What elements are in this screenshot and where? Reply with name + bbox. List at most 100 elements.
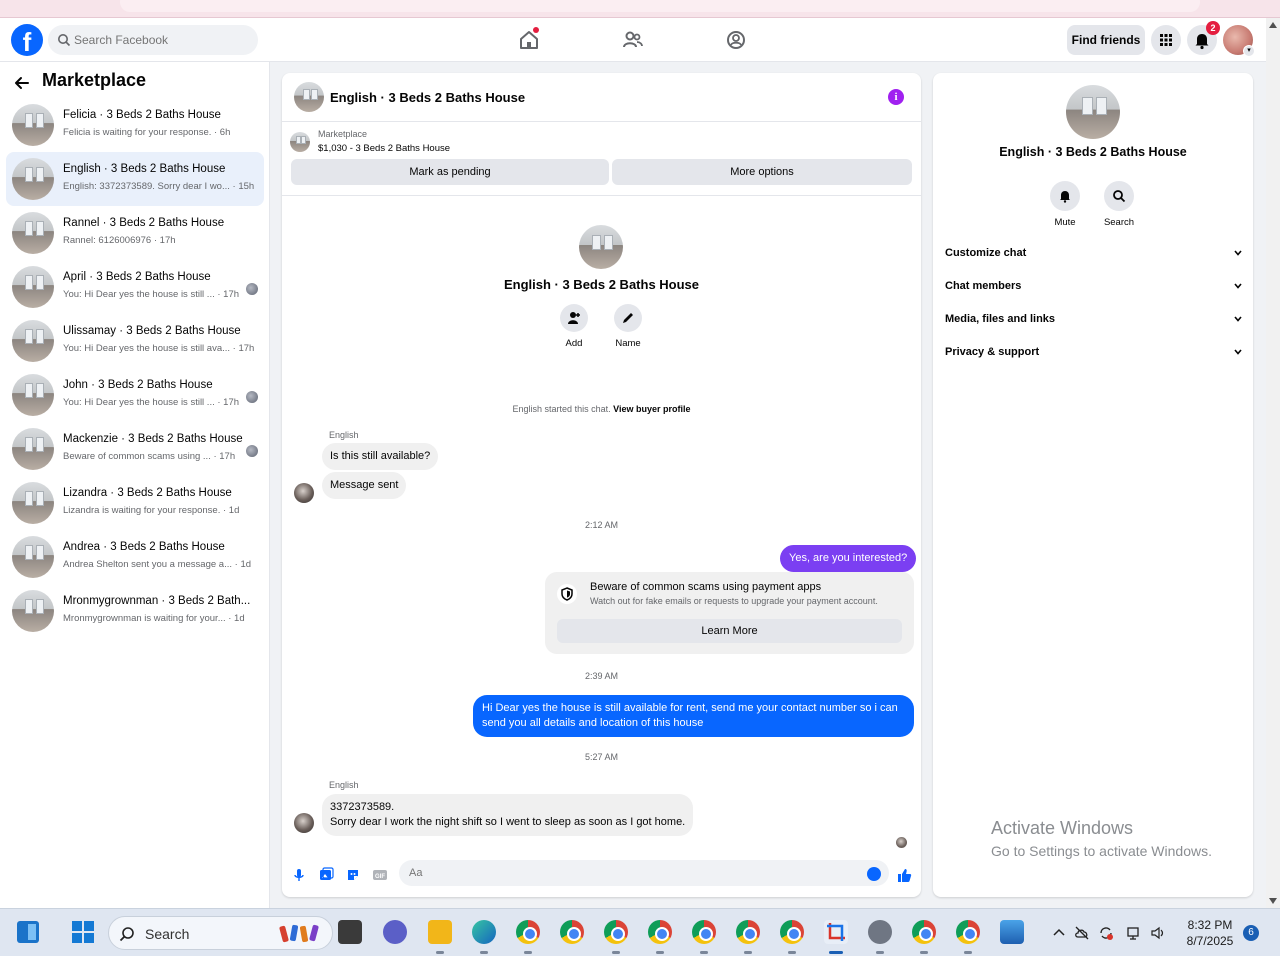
chrome-icon[interactable] xyxy=(560,920,584,944)
name-chat-action[interactable]: Name xyxy=(608,304,648,349)
microphone-icon[interactable] xyxy=(291,867,307,883)
conversation-item[interactable]: John · 3 Beds 2 Baths House You: Hi Dear … xyxy=(6,368,264,422)
taskbar-clock[interactable]: 8:32 PM 8/7/2025 xyxy=(1180,917,1240,949)
listing-thumbnail xyxy=(12,212,54,254)
row-label: Customize chat xyxy=(945,247,1027,259)
search-chat-action[interactable]: Search xyxy=(1094,181,1144,228)
chrome-profile-icon[interactable] xyxy=(912,920,936,954)
message-line: 3372373589. xyxy=(330,801,395,813)
notification-center-badge[interactable]: 6 xyxy=(1243,925,1259,941)
listing-mini-thumbnail[interactable] xyxy=(290,132,310,152)
chrome-profile-icon[interactable] xyxy=(780,920,804,954)
page-scrollbar[interactable] xyxy=(1266,18,1280,908)
buyer-avatar[interactable] xyxy=(294,483,314,503)
chat-listing-thumbnail[interactable] xyxy=(294,82,324,112)
gif-icon[interactable]: GIF xyxy=(372,867,388,883)
chrome-profile-icon[interactable] xyxy=(736,920,760,954)
mute-action[interactable]: Mute xyxy=(1040,181,1090,228)
taskbar-search[interactable]: Search xyxy=(108,916,333,950)
settings-gear-icon[interactable] xyxy=(868,920,892,954)
view-buyer-profile-link[interactable]: View buyer profile xyxy=(613,404,690,414)
activate-windows-watermark: Activate Windows Go to Settings to activ… xyxy=(991,818,1212,859)
menu-grid-icon[interactable] xyxy=(1151,25,1181,55)
photos-icon[interactable] xyxy=(1000,920,1024,944)
search-label: Search xyxy=(1103,217,1135,228)
facebook-search[interactable] xyxy=(48,25,258,55)
conversation-item[interactable]: Felicia · 3 Beds 2 Baths House Felicia is… xyxy=(6,98,264,152)
photo-icon[interactable] xyxy=(318,867,334,883)
buyer-avatar[interactable] xyxy=(294,813,314,833)
scroll-down-arrow[interactable] xyxy=(1269,898,1277,904)
chrome-profile-icon[interactable] xyxy=(956,920,980,954)
windows-taskbar: Search 8:32 PM 8/7/2025 6 xyxy=(0,908,1280,956)
facebook-logo[interactable]: f xyxy=(11,24,43,56)
friends-icon[interactable] xyxy=(619,26,647,54)
search-input[interactable] xyxy=(74,25,254,55)
customize-chat-row[interactable]: Customize chat xyxy=(945,244,1243,266)
privacy-support-row[interactable]: Privacy & support xyxy=(945,343,1243,365)
add-member-action[interactable]: Add xyxy=(554,304,594,349)
chat-title[interactable]: English · 3 Beds 2 Baths House xyxy=(330,90,525,105)
incoming-message[interactable]: Is this still available? xyxy=(322,443,439,470)
outgoing-message[interactable]: Yes, are you interested? xyxy=(780,545,917,572)
emoji-icon[interactable] xyxy=(867,867,881,881)
task-view-icon[interactable] xyxy=(338,920,362,944)
outgoing-message[interactable]: Hi Dear yes the house is still available… xyxy=(473,695,914,737)
details-listing-avatar[interactable] xyxy=(1066,85,1120,139)
snipping-tool-icon[interactable] xyxy=(824,920,848,954)
listing-thumbnail xyxy=(12,482,54,524)
conversation-title: English · 3 Beds 2 Baths House xyxy=(63,163,226,175)
thumbs-up-icon[interactable] xyxy=(896,867,912,883)
chevron-up-icon[interactable] xyxy=(1051,925,1067,941)
groups-icon[interactable] xyxy=(722,26,750,54)
mute-label: Mute xyxy=(1054,217,1076,228)
chat-members-row[interactable]: Chat members xyxy=(945,277,1243,299)
conversation-item[interactable]: Mronmygrownman · 3 Beds 2 Bath... Mronmyg… xyxy=(6,584,264,638)
chrome-profile-icon[interactable] xyxy=(604,920,628,954)
conversation-item[interactable]: Lizandra · 3 Beds 2 Baths House Lizandra … xyxy=(6,476,264,530)
widgets-icon[interactable] xyxy=(17,921,39,943)
chrome-icon[interactable] xyxy=(516,920,540,954)
message-input[interactable] xyxy=(399,860,889,886)
taskbar-search-label: Search xyxy=(145,926,190,942)
home-icon[interactable] xyxy=(515,26,543,54)
conversation-item[interactable]: Ulissamay · 3 Beds 2 Baths House You: Hi … xyxy=(6,314,264,368)
conversation-item[interactable]: Mackenzie · 3 Beds 2 Baths House Beware o… xyxy=(6,422,264,476)
info-icon[interactable]: i xyxy=(888,89,904,105)
listing-thumbnail xyxy=(12,590,54,632)
conversation-item[interactable]: April · 3 Beds 2 Baths House You: Hi Dear… xyxy=(6,260,264,314)
listing-thumbnail xyxy=(12,104,54,146)
row-label: Chat members xyxy=(945,280,1022,292)
sticker-icon[interactable] xyxy=(345,867,361,883)
conversation-item[interactable]: Rannel · 3 Beds 2 Baths House Rannel: 612… xyxy=(6,206,264,260)
sync-icon[interactable] xyxy=(1098,925,1114,941)
volume-icon[interactable] xyxy=(1150,925,1166,941)
add-person-icon xyxy=(568,312,580,324)
incoming-message[interactable]: Message sent xyxy=(322,472,407,499)
address-bar[interactable] xyxy=(120,0,1200,12)
profile-avatar[interactable]: ▾ xyxy=(1223,25,1255,57)
listing-price[interactable]: $1,030 - 3 Beds 2 Baths House xyxy=(318,143,450,154)
cloud-off-icon[interactable] xyxy=(1074,925,1090,941)
incoming-message[interactable]: 3372373589. Sorry dear I work the night … xyxy=(322,794,694,836)
start-button[interactable] xyxy=(72,921,94,943)
conversation-item[interactable]: Andrea · 3 Beds 2 Baths House Andrea Shel… xyxy=(6,530,264,584)
listing-source-label: Marketplace xyxy=(318,129,368,139)
network-icon[interactable] xyxy=(1126,925,1142,941)
message-sender-name: English xyxy=(329,430,359,440)
chat-started-notice: English started this chat. View buyer pr… xyxy=(282,404,921,414)
file-explorer-icon[interactable] xyxy=(428,920,452,954)
learn-more-button[interactable]: Learn More xyxy=(557,619,902,643)
chrome-profile-icon[interactable] xyxy=(692,920,716,954)
media-files-links-row[interactable]: Media, files and links xyxy=(945,310,1243,332)
mark-as-pending-button[interactable]: Mark as pending xyxy=(291,159,609,185)
teams-icon[interactable] xyxy=(383,920,407,944)
chrome-profile-icon[interactable] xyxy=(648,920,672,954)
back-arrow-icon[interactable] xyxy=(14,75,30,91)
conversation-item-active[interactable]: English · 3 Beds 2 Baths House English: 3… xyxy=(6,152,264,206)
message-sender-name: English xyxy=(329,780,359,790)
more-options-button[interactable]: More options xyxy=(612,159,912,185)
edge-icon[interactable] xyxy=(472,920,496,954)
find-friends-button[interactable]: Find friends xyxy=(1067,25,1145,55)
scroll-up-arrow[interactable] xyxy=(1269,22,1277,28)
